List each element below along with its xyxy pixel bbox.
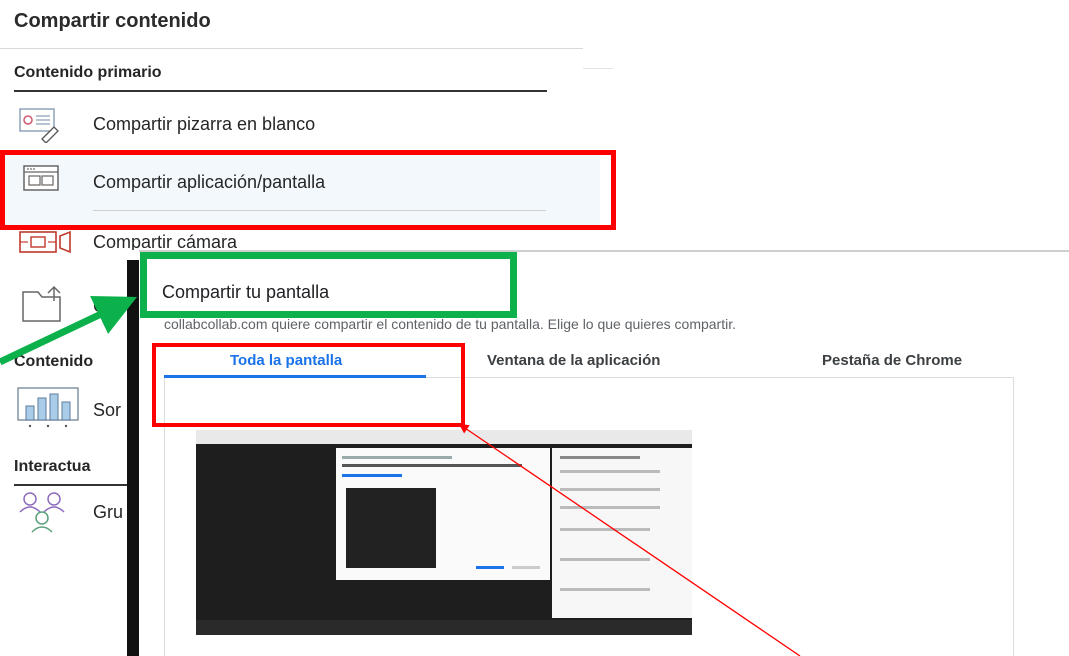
red-arrow bbox=[458, 423, 801, 656]
annotation-arrows bbox=[0, 296, 801, 656]
green-arrow bbox=[0, 296, 137, 366]
